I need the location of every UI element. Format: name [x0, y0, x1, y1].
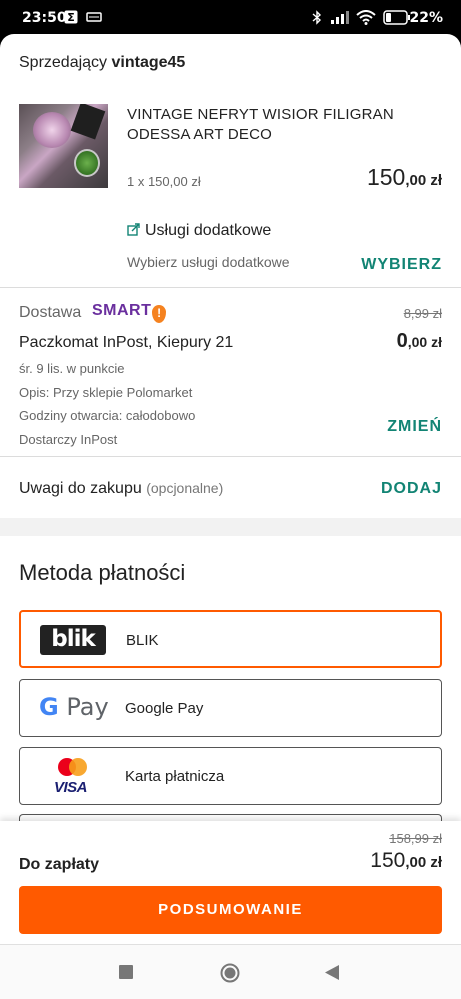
section-gap	[0, 518, 461, 536]
product-price-int: 150	[366, 164, 406, 190]
status-bar: 23:50 Σ 22%	[0, 0, 461, 34]
total-price: 150,00 zł	[370, 849, 442, 873]
back-icon[interactable]	[325, 965, 339, 985]
divider	[0, 456, 461, 457]
seller-prefix: Sprzedający	[19, 54, 108, 71]
product-name[interactable]: VINTAGE NEFRYT WISIOR FILIGRAN ODESSA AR…	[127, 105, 427, 145]
seller-line: Sprzedający vintage45	[19, 54, 185, 72]
wifi-icon	[356, 10, 376, 29]
delivery-price-int: 0	[396, 330, 408, 352]
product-quantity: 1 x 150,00 zł	[127, 174, 201, 189]
signal-icon	[330, 10, 350, 28]
services-subtext: Wybierz usługi dodatkowe	[127, 254, 290, 270]
smart-pin-icon: !	[152, 305, 167, 323]
services-icon	[127, 222, 141, 236]
payment-option-label: BLIK	[126, 632, 159, 649]
battery-percent: 22%	[409, 10, 443, 26]
delivery-hours: Godziny otwarcia: całodobowo	[19, 408, 196, 423]
payment-option-google-pay[interactable]: G Pay Google Pay	[19, 679, 442, 737]
delivery-price-dec: ,00 zł	[407, 334, 442, 350]
change-delivery-button[interactable]: ZMIEŃ	[387, 418, 442, 436]
bluetooth-icon	[312, 10, 322, 29]
system-nav-bar	[0, 944, 461, 999]
checkout-footer: 158,99 zł Do zapłaty 150,00 zł PODSUMOWA…	[0, 821, 461, 944]
smart-badge-text: SMART	[92, 302, 152, 319]
divider	[0, 287, 461, 288]
status-time: 23:50	[22, 10, 67, 26]
add-notes-button[interactable]: DODAJ	[381, 480, 442, 498]
total-old-price: 158,99 zł	[389, 831, 442, 846]
delivery-description: Opis: Przy sklepie Polomarket	[19, 385, 193, 400]
total-price-int: 150	[370, 849, 406, 872]
payment-option-card[interactable]: VISA Karta płatnicza	[19, 747, 442, 805]
notes-optional: (opcjonalne)	[146, 480, 224, 496]
payment-option-label: Google Pay	[125, 700, 204, 717]
delivery-label: Dostawa	[19, 304, 82, 321]
app-notification-icon: Σ	[64, 10, 78, 28]
delivery-price: 0,00 zł	[397, 330, 442, 353]
additional-services: Usługi dodatkowe	[127, 222, 271, 240]
smart-badge: SMART!	[92, 302, 167, 323]
delivery-carrier: Dostarczy InPost	[19, 432, 118, 447]
product-thumbnail[interactable]	[19, 104, 108, 188]
payment-option-label: Karta płatnicza	[125, 768, 225, 785]
choose-services-button[interactable]: WYBIERZ	[361, 256, 442, 274]
svg-text:Σ: Σ	[67, 11, 75, 24]
total-price-dec: ,00 zł	[405, 854, 442, 871]
google-pay-logo: G Pay	[39, 693, 109, 721]
services-label: Usługi dodatkowe	[145, 222, 272, 239]
blik-logo: blik	[40, 625, 106, 655]
product-price-dec: ,00 zł	[405, 172, 442, 189]
notes-label: Uwagi do zakupu	[19, 480, 142, 497]
recent-apps-icon[interactable]	[119, 965, 133, 984]
pickup-point: Paczkomat InPost, Kiepury 21	[19, 334, 234, 351]
product-price: 150,00 zł	[367, 164, 442, 191]
purchase-notes: Uwagi do zakupu (opcjonalne)	[19, 480, 223, 498]
checkout-sheet: Sprzedający vintage45 VINTAGE NEFRYT WIS…	[0, 34, 461, 999]
delivery-old-price: 8,99 zł	[403, 306, 442, 321]
payment-method-title: Metoda płatności	[19, 560, 186, 585]
payment-option-blik[interactable]: blik BLIK	[19, 610, 442, 668]
summary-button[interactable]: PODSUMOWANIE	[19, 886, 442, 934]
delivery-eta: śr. 9 lis. w punkcie	[19, 361, 125, 376]
battery-icon	[383, 10, 411, 29]
seller-name[interactable]: vintage45	[112, 54, 186, 71]
card-icon	[86, 10, 102, 28]
total-label: Do zapłaty	[19, 856, 100, 873]
mastercard-visa-logo: VISA	[54, 758, 94, 796]
home-icon[interactable]	[220, 963, 240, 988]
